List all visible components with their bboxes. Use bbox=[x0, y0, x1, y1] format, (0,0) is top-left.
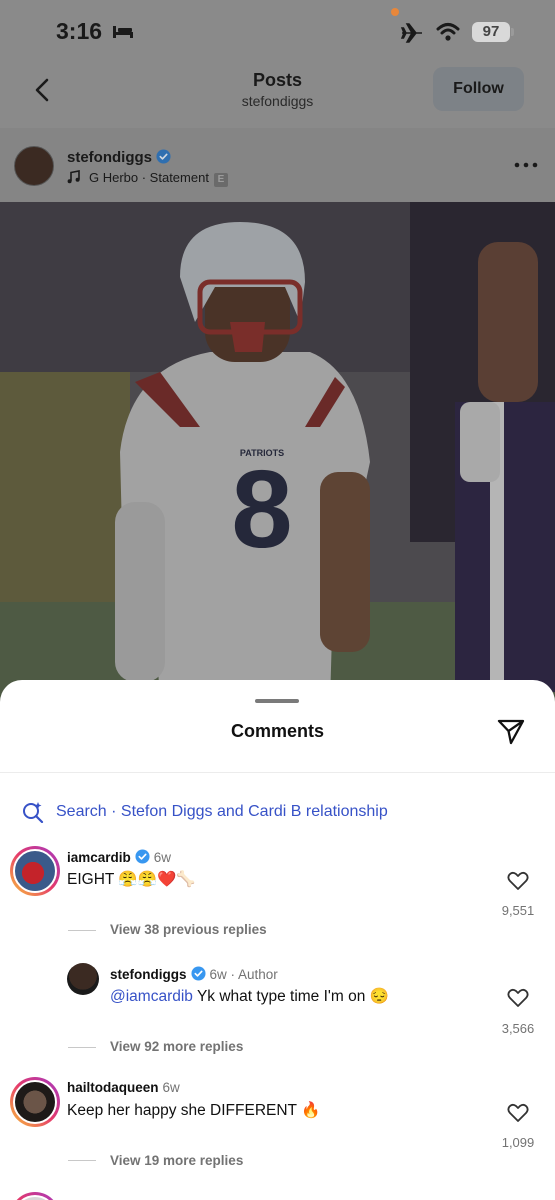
comment-author-row[interactable]: stefondiggs 6w · Author bbox=[110, 966, 278, 982]
bed-icon bbox=[113, 26, 133, 38]
sheet-grabber[interactable] bbox=[255, 699, 299, 703]
audio-title[interactable]: G Herbo · Statement bbox=[89, 170, 209, 185]
more-options-icon[interactable] bbox=[514, 162, 538, 168]
view-replies-button[interactable]: View 19 more replies bbox=[110, 1153, 243, 1168]
comment-body: Yk what type time I'm on 😔 bbox=[192, 988, 389, 1005]
like-count: 9,551 bbox=[501, 903, 535, 918]
heart-icon[interactable] bbox=[507, 871, 529, 891]
heart-icon[interactable] bbox=[507, 988, 529, 1008]
top-navigation: Posts stefondiggs Follow bbox=[0, 62, 555, 128]
post-audio-label[interactable]: G Herbo · Statement E bbox=[89, 170, 228, 187]
svg-text:PATRIOTS: PATRIOTS bbox=[240, 448, 284, 458]
comment-author-row[interactable]: hailtodaqueen 6w bbox=[67, 1080, 180, 1095]
comment-username[interactable]: stefondiggs bbox=[110, 967, 187, 982]
battery-level: 97 bbox=[472, 22, 510, 42]
like-count: 1,099 bbox=[501, 1135, 535, 1150]
comments-title: Comments bbox=[230, 721, 324, 741]
like-count: 3,566 bbox=[501, 1021, 535, 1036]
comment-username[interactable]: iamcardib bbox=[67, 850, 131, 865]
view-replies-button[interactable]: View 38 previous replies bbox=[110, 922, 267, 937]
battery-cap bbox=[511, 28, 514, 36]
view-replies-button[interactable]: View 92 more replies bbox=[110, 1039, 243, 1054]
comment-text: EIGHT 😤😤❤️🦴 bbox=[67, 871, 196, 888]
comment-text: Keep her happy she DIFFERENT 🔥 bbox=[67, 1102, 321, 1119]
comment-timestamp: 6w · Author bbox=[209, 967, 278, 982]
commenter-avatar[interactable] bbox=[10, 1192, 60, 1200]
status-time: 3:16 bbox=[56, 18, 103, 44]
verified-badge-icon bbox=[135, 849, 150, 864]
comment-text: @iamcardib Yk what type time I'm on 😔 bbox=[110, 987, 389, 1006]
commenter-avatar[interactable] bbox=[67, 963, 99, 995]
search-sparkle-icon bbox=[23, 802, 44, 823]
replies-line bbox=[68, 1160, 96, 1161]
wifi-icon bbox=[436, 23, 460, 41]
verified-badge-icon bbox=[190, 966, 206, 981]
status-bar: 3:16 97 bbox=[0, 0, 555, 62]
airplane-icon bbox=[400, 23, 422, 43]
follow-button[interactable]: Follow bbox=[433, 67, 524, 111]
verified-badge-icon bbox=[156, 149, 171, 164]
recording-indicator-dot bbox=[391, 8, 399, 16]
commenter-avatar[interactable] bbox=[10, 1077, 60, 1127]
music-note-icon bbox=[67, 170, 80, 184]
search-suggestion-text[interactable]: Search · Stefon Diggs and Cardi B relati… bbox=[56, 803, 388, 821]
post-header: stefondiggs G Herbo · Statement E bbox=[0, 128, 555, 202]
comment-timestamp: 6w bbox=[153, 850, 172, 865]
explicit-badge: E bbox=[213, 173, 228, 187]
post-photo[interactable]: 8 PATRIOTS bbox=[0, 202, 555, 702]
heart-icon[interactable] bbox=[507, 1103, 529, 1123]
post-author-username[interactable]: stefondiggs bbox=[67, 149, 152, 166]
svg-text:8: 8 bbox=[231, 448, 292, 571]
mention-link[interactable]: @iamcardib bbox=[110, 988, 193, 1005]
comment-timestamp: 6w bbox=[162, 1080, 180, 1095]
commenter-avatar[interactable] bbox=[10, 846, 60, 896]
share-icon[interactable] bbox=[496, 716, 526, 746]
comment-author-row[interactable]: iamcardib 6w bbox=[67, 849, 171, 865]
post-author-avatar[interactable] bbox=[14, 146, 54, 186]
divider bbox=[0, 772, 555, 773]
post-author-row[interactable]: stefondiggs bbox=[67, 149, 171, 166]
replies-line bbox=[68, 930, 96, 931]
replies-line bbox=[68, 1047, 96, 1048]
comment-username[interactable]: hailtodaqueen bbox=[67, 1080, 159, 1095]
comments-sheet: Comments Search · Stefon Diggs and Cardi… bbox=[0, 680, 555, 1200]
